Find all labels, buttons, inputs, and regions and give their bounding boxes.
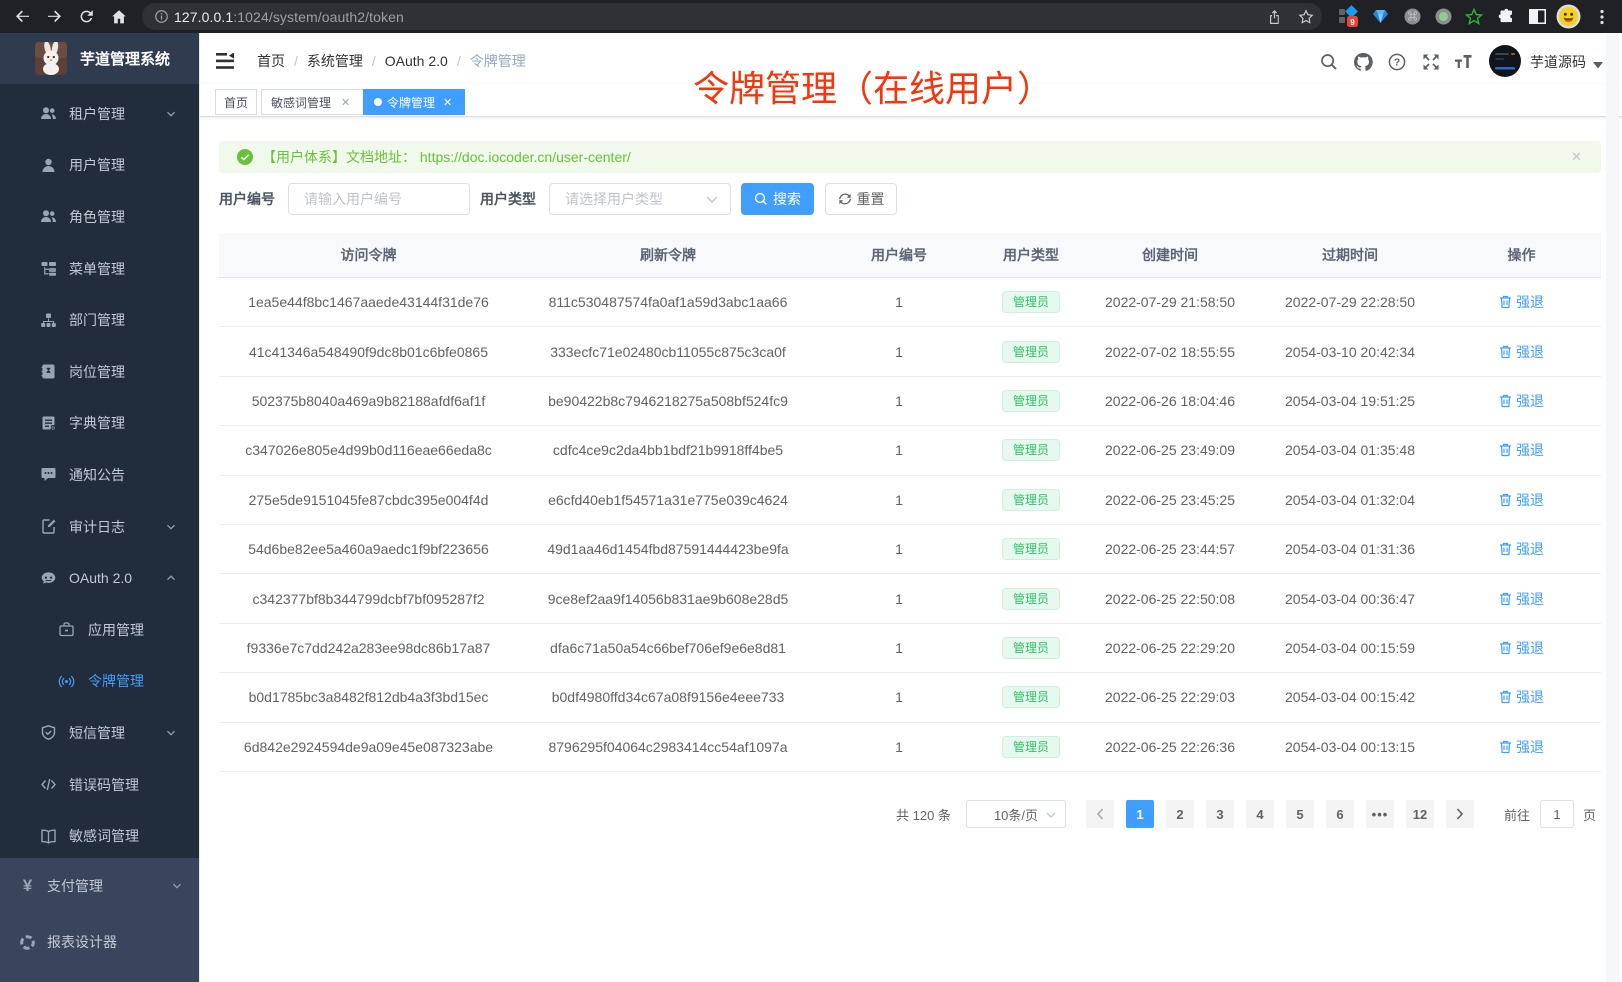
svg-text:⌘: ⌘ bbox=[1407, 11, 1417, 23]
svg-text:?: ? bbox=[1394, 56, 1400, 68]
svg-text:9: 9 bbox=[1350, 18, 1355, 27]
